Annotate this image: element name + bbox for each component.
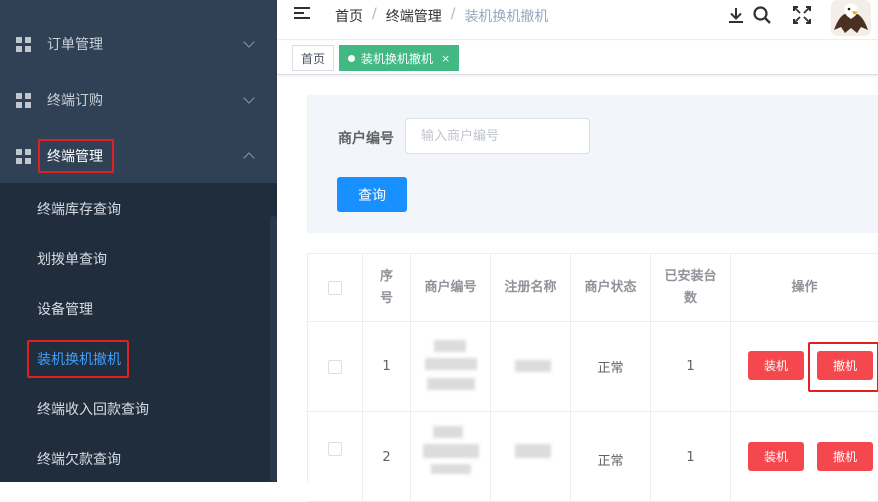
fullscreen-icon[interactable] (792, 5, 812, 25)
highlight-box (27, 340, 129, 378)
search-icon[interactable] (752, 5, 772, 25)
sidebar-item-arrears[interactable]: 终端欠款查询 (0, 434, 270, 484)
column-header: 注册名称 (491, 254, 571, 322)
merchant-id-cell (411, 322, 491, 412)
redacted-text (427, 378, 475, 390)
data-table: 序号 商户编号 注册名称 商户状态 已安装台数 操作 1 正常 1 装机 撤机 … (307, 253, 878, 502)
breadcrumb-home[interactable]: 首页 (335, 6, 363, 26)
column-header: 商户状态 (571, 254, 651, 322)
redacted-text (515, 360, 551, 372)
installed-count-cell: 1 (651, 322, 731, 412)
column-header: 操作 (731, 254, 878, 322)
tags-view: 首页 装机换机撤机 × (277, 41, 878, 75)
sidebar-item-label: 终端库存查询 (37, 202, 121, 218)
query-button[interactable]: 查询 (337, 177, 407, 212)
redacted-text (423, 444, 479, 458)
column-header: 商户编号 (411, 254, 491, 322)
chevron-down-icon (243, 35, 255, 48)
table-row-select (308, 322, 363, 412)
uninstall-button[interactable]: 撤机 (817, 442, 873, 471)
sidebar-item-devices[interactable]: 设备管理 (0, 284, 270, 334)
status-cell: 正常 (571, 412, 651, 502)
highlight-box (808, 342, 878, 392)
avatar[interactable] (831, 0, 871, 36)
tag-home[interactable]: 首页 (292, 45, 335, 71)
table-row-select (308, 412, 363, 502)
redacted-text (431, 464, 471, 474)
sidebar-item-label: 终端收入回款查询 (37, 402, 149, 418)
grid-icon (16, 148, 31, 164)
tag-label: 首页 (301, 51, 326, 66)
sidebar-item-label: 设备管理 (37, 302, 93, 318)
breadcrumb: 首页 / 终端管理 / 装机换机撤机 (335, 6, 548, 26)
breadcrumb-current: 装机换机撤机 (464, 9, 549, 25)
tag-current[interactable]: 装机换机撤机 × (339, 45, 460, 71)
install-button[interactable]: 装机 (748, 442, 804, 471)
sidebar-item-label: 终端欠款查询 (37, 452, 121, 468)
sidebar-item-transfer[interactable]: 划拨单查询 (0, 234, 270, 284)
row-checkbox[interactable] (328, 441, 342, 456)
breadcrumb-separator: / (450, 6, 456, 22)
submenu: 终端库存查询 划拨单查询 设备管理 装机换机撤机 终端收入回款查询 终端欠款查询 (0, 183, 277, 482)
menu-group-terminal-order[interactable]: 终端订购 (0, 72, 277, 128)
search-form: 商户编号 查询 (307, 95, 878, 233)
tag-label: 装机换机撤机 (361, 51, 434, 66)
redacted-text (425, 358, 477, 370)
redacted-text (515, 444, 551, 458)
row-index: 2 (363, 412, 411, 502)
sidebar: 订单管理 终端订购 终端管理 终端库存查询 划拨单查询 设备管理 装机换机撤机 … (0, 0, 277, 482)
chevron-down-icon (243, 91, 255, 104)
close-icon[interactable]: × (441, 52, 450, 65)
row-checkbox[interactable] (328, 359, 342, 374)
chevron-up-icon (243, 151, 255, 164)
navbar: 首页 / 终端管理 / 装机换机撤机 (277, 0, 878, 40)
merchant-id-input[interactable] (405, 118, 590, 154)
column-header: 序号 (363, 254, 411, 322)
sidebar-item-inventory[interactable]: 终端库存查询 (0, 184, 270, 234)
menu-group-orders[interactable]: 订单管理 (0, 16, 277, 72)
actions-cell: 装机 撤机 (731, 412, 878, 502)
grid-icon (16, 92, 31, 108)
register-name-cell (491, 322, 571, 412)
install-button[interactable]: 装机 (748, 351, 804, 380)
register-name-cell (491, 412, 571, 502)
menu-group-label: 订单管理 (47, 37, 103, 53)
installed-count-cell: 1 (651, 412, 731, 502)
hamburger-icon[interactable] (294, 7, 310, 19)
sidebar-item-label: 划拨单查询 (37, 252, 107, 268)
select-all-checkbox[interactable] (328, 280, 342, 295)
active-dot-icon (348, 54, 355, 62)
menu-group-label: 终端订购 (47, 93, 103, 109)
eagle-avatar-icon (834, 3, 868, 34)
highlight-box (38, 139, 114, 173)
grid-icon (16, 36, 31, 52)
status-cell: 正常 (571, 322, 651, 412)
redacted-text (433, 426, 463, 438)
breadcrumb-terminal-management[interactable]: 终端管理 (386, 6, 442, 26)
row-index: 1 (363, 322, 411, 412)
breadcrumb-separator: / (372, 6, 377, 22)
header-select-all (308, 254, 363, 322)
merchant-id-cell (411, 412, 491, 502)
merchant-id-label: 商户编号 (338, 131, 394, 147)
redacted-text (434, 340, 466, 352)
actions-cell: 装机 撤机 (731, 322, 878, 412)
sidebar-item-income[interactable]: 终端收入回款查询 (0, 384, 270, 434)
download-icon[interactable] (726, 5, 746, 25)
sidebar-scrollbar[interactable] (270, 216, 277, 482)
column-header: 已安装台数 (651, 254, 731, 322)
